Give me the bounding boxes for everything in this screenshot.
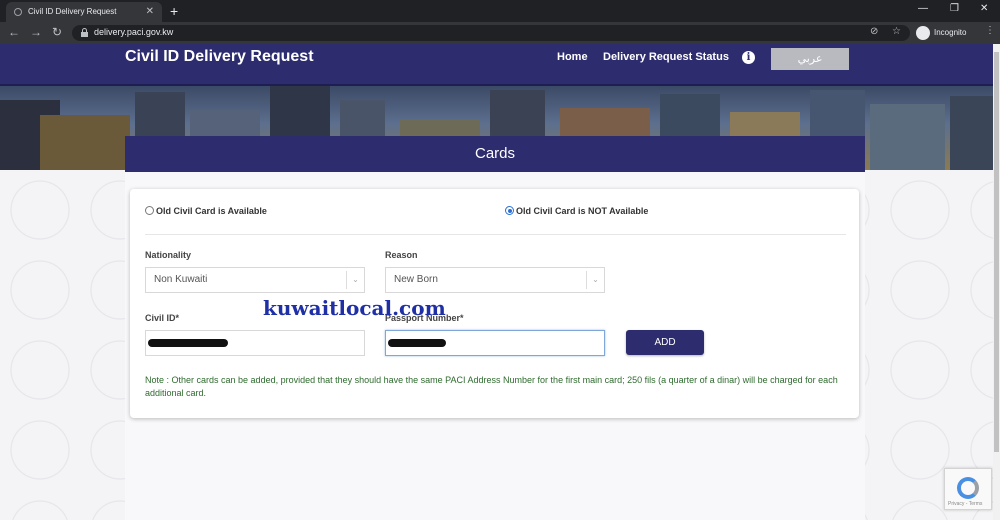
scrollbar[interactable] (993, 44, 1000, 520)
reason-select[interactable]: New Born ⌄ (385, 267, 605, 293)
cards-title: Cards (125, 136, 865, 172)
minimize-icon[interactable]: — (918, 3, 928, 14)
browser-toolbar: ← → ↻ delivery.paci.gov.kw ⊘ ☆ Incognito… (0, 22, 1000, 44)
add-button[interactable]: ADD (626, 330, 704, 355)
browser-tab-bar: Civil ID Delivery Request ✕ + — ❐ ✕ (0, 0, 1000, 22)
nationality-value: Non Kuwaiti (154, 274, 208, 285)
star-icon[interactable]: ☆ (892, 26, 901, 37)
site-header: Civil ID Delivery Request Home Delivery … (0, 44, 993, 86)
recaptcha-links[interactable]: Privacy - Terms (948, 501, 982, 507)
radio-label: Old Civil Card is Available (156, 206, 267, 216)
redaction-scribble (148, 339, 228, 347)
window-close-icon[interactable]: ✕ (980, 3, 988, 14)
restore-icon[interactable]: ❐ (950, 3, 959, 14)
incognito-indicator[interactable]: Incognito (916, 25, 966, 41)
radio-card-not-available[interactable]: Old Civil Card is NOT Available (505, 206, 648, 216)
eye-off-icon[interactable]: ⊘ (870, 26, 878, 37)
radio-card-available[interactable]: Old Civil Card is Available (145, 206, 267, 216)
note-text: Note : Other cards can be added, provide… (145, 375, 838, 398)
reason-label: Reason (385, 250, 418, 260)
recaptcha-badge[interactable]: Privacy - Terms (944, 468, 992, 510)
radio-button[interactable] (145, 206, 154, 215)
tab-title: Civil ID Delivery Request (28, 7, 117, 16)
info-icon[interactable]: i (742, 51, 755, 64)
recaptcha-icon (957, 477, 979, 499)
watermark: kuwaitlocal.com (263, 296, 446, 320)
url-text: delivery.paci.gov.kw (94, 27, 174, 37)
incognito-label: Incognito (934, 28, 967, 37)
incognito-icon (916, 26, 930, 40)
nav-home[interactable]: Home (557, 51, 588, 63)
chevron-down-icon: ⌄ (346, 271, 364, 289)
chevron-down-icon: ⌄ (586, 271, 604, 289)
language-button[interactable]: عربي (771, 48, 849, 70)
nav-delivery-status[interactable]: Delivery Request Status (603, 51, 729, 63)
civil-id-label: Civil ID* (145, 313, 180, 323)
gear-icon (14, 8, 22, 16)
new-tab-button[interactable]: + (170, 2, 178, 20)
passport-number-input[interactable] (385, 330, 605, 356)
close-icon[interactable]: ✕ (146, 2, 154, 22)
menu-icon[interactable]: ⋮ (985, 25, 995, 36)
redaction-scribble (388, 339, 446, 347)
scrollbar-thumb[interactable] (994, 52, 999, 452)
back-icon[interactable]: ← (8, 25, 20, 39)
nationality-label: Nationality (145, 250, 192, 260)
lock-icon (81, 28, 88, 37)
site-title: Civil ID Delivery Request (125, 48, 314, 65)
address-bar[interactable]: delivery.paci.gov.kw ⊘ ☆ (72, 25, 910, 41)
radio-button-selected[interactable] (505, 206, 514, 215)
reason-value: New Born (394, 274, 438, 285)
reload-icon[interactable]: ↻ (52, 25, 62, 39)
nationality-select[interactable]: Non Kuwaiti ⌄ (145, 267, 365, 293)
civil-id-input[interactable] (145, 330, 365, 356)
forward-icon[interactable]: → (30, 25, 42, 39)
radio-label: Old Civil Card is NOT Available (516, 206, 649, 216)
divider (145, 234, 846, 235)
browser-tab[interactable]: Civil ID Delivery Request ✕ (6, 2, 162, 22)
